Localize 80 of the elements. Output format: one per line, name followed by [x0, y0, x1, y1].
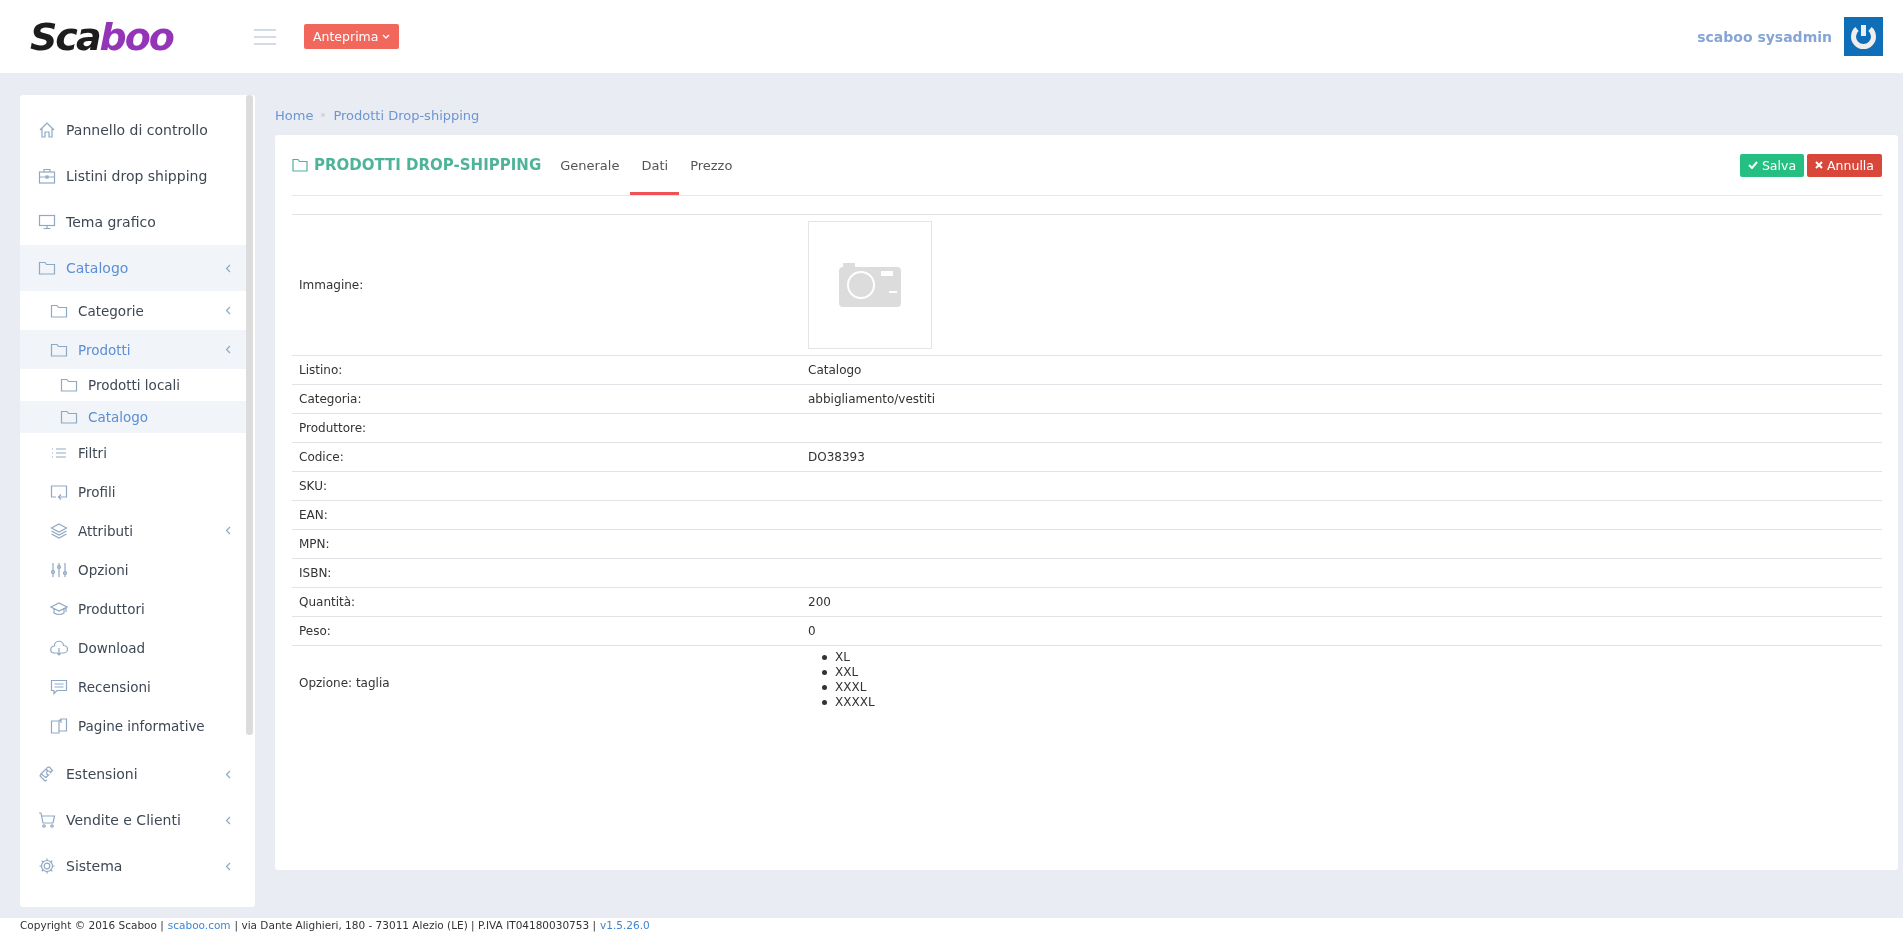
sidebar-item[interactable]: Prodotti locali	[20, 369, 255, 401]
cart-icon	[38, 811, 56, 829]
field-label: ISBN:	[299, 566, 332, 580]
field-label: Codice:	[299, 450, 344, 464]
field-label: Immagine:	[299, 278, 364, 292]
tab[interactable]: Dati	[630, 135, 680, 195]
logo[interactable]: Scaboo	[30, 17, 200, 56]
sidebar-item[interactable]: Produttori	[20, 589, 255, 628]
folder-icon	[60, 408, 78, 426]
field-label: Peso:	[299, 624, 331, 638]
chevron-icon	[225, 769, 231, 779]
field-label: EAN:	[299, 508, 328, 522]
option-value: XL	[835, 650, 850, 665]
address-text: | via Dante Alighieri, 180 - 73011 Alezio (LE) | P.IVA IT04180030753 |	[234, 918, 596, 933]
sidebar-item[interactable]: Opzioni	[20, 550, 255, 589]
field-value: Catalogo	[808, 363, 862, 377]
bullet-icon	[822, 655, 827, 660]
field-label: Quantità:	[299, 595, 356, 609]
version-link[interactable]: v1.5.26.0	[600, 918, 650, 933]
sidebar-item[interactable]: Attributi	[20, 511, 255, 550]
bullet-icon	[822, 670, 827, 675]
chevron-icon	[225, 306, 231, 315]
field-value: abbigliamento/vestiti	[808, 392, 936, 406]
chat-icon	[50, 677, 68, 696]
field-label: Opzione: taglia	[299, 676, 390, 690]
briefcase-icon	[38, 167, 56, 185]
field-value: 200	[808, 595, 831, 609]
option-value: XXL	[835, 665, 859, 680]
chevron-icon	[225, 263, 231, 273]
chevron-icon	[225, 526, 231, 535]
chevron-icon	[225, 861, 231, 871]
cancel-button[interactable]: Annulla	[1807, 153, 1882, 177]
folder-icon	[38, 259, 56, 277]
pages-icon	[50, 716, 68, 735]
sidebar-item[interactable]: Vendite e Clienti	[20, 797, 255, 843]
field-label: Listino:	[299, 363, 343, 377]
sidebar-item[interactable]: Tema grafico	[20, 199, 255, 245]
panel-title: PRODOTTI DROP-SHIPPING	[314, 156, 542, 174]
sidebar-item[interactable]: Profili	[20, 472, 255, 511]
sidebar-item[interactable]: Listini drop shipping	[20, 153, 255, 199]
tab[interactable]: Generale	[549, 135, 631, 195]
chevron-icon	[225, 815, 231, 825]
website-link[interactable]: scaboo.com	[167, 918, 231, 933]
sidebar-item[interactable]: Pannello di controllo	[20, 107, 255, 153]
option-value: XXXXL	[835, 695, 875, 710]
sliders-icon	[50, 560, 68, 579]
option-value: XXXL	[835, 680, 867, 695]
folder-icon	[292, 158, 308, 172]
field-label: MPN:	[299, 537, 330, 551]
gear-icon	[38, 857, 56, 875]
field-label: SKU:	[299, 479, 327, 493]
field-value: DO38393	[808, 450, 865, 464]
monitor-icon	[38, 213, 56, 231]
home-icon	[38, 121, 56, 139]
tab[interactable]: Prezzo	[679, 135, 744, 195]
cloud-download-icon	[50, 638, 68, 657]
screen-return-icon	[50, 482, 68, 501]
folder-icon	[60, 376, 78, 394]
layers-icon	[50, 521, 68, 540]
sidebar-item[interactable]: Download	[20, 628, 255, 667]
camera-icon	[839, 263, 901, 307]
close-icon	[1815, 161, 1824, 169]
sidebar-item[interactable]: Estensioni	[20, 751, 255, 797]
puzzle-icon	[38, 765, 56, 783]
caret-icon	[382, 33, 391, 40]
bullet-icon	[822, 685, 827, 690]
field-value: 0	[808, 624, 816, 638]
copyright-text: Copyright © 2016 Scaboo |	[20, 918, 164, 933]
field-label: Produttore:	[299, 421, 367, 435]
chevron-icon	[225, 345, 231, 354]
sidebar-item[interactable]: Categorie	[20, 291, 255, 330]
sidebar-item[interactable]: Recensioni	[20, 667, 255, 706]
bullet-icon	[822, 700, 827, 705]
check-icon	[1747, 161, 1758, 169]
sidebar-item[interactable]: Filtri	[20, 433, 255, 472]
sidebar-item[interactable]: Pagine informative	[20, 706, 255, 745]
sidebar-item[interactable]: Sistema	[20, 843, 255, 889]
menu-icon[interactable]	[254, 28, 276, 45]
field-label: Categoria:	[299, 392, 362, 406]
scrollbar[interactable]	[246, 95, 253, 735]
